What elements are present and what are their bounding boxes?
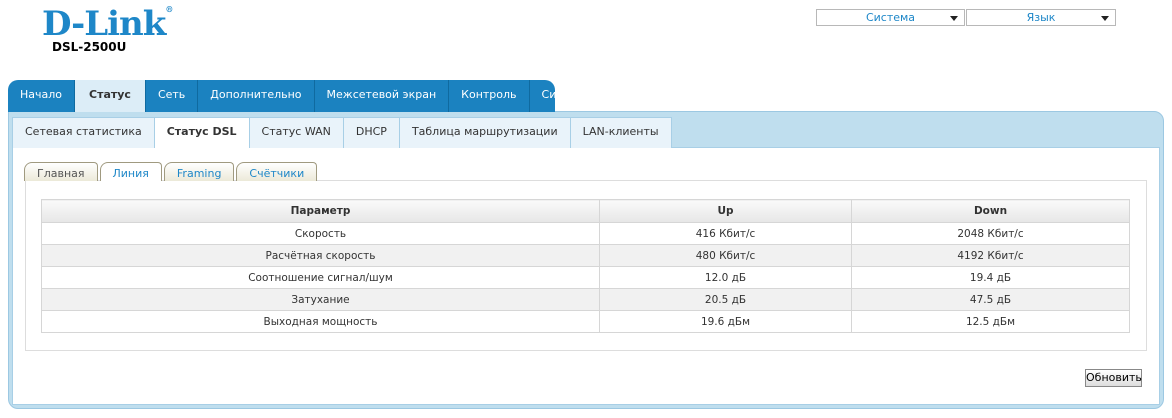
- table-cell: Затухание: [41, 288, 600, 311]
- table-row: Скорость 416 Кбит/с 2048 Кбит/с: [41, 222, 1130, 245]
- nav-advanced[interactable]: Дополнительно: [198, 80, 315, 112]
- tab-counters[interactable]: Счётчики: [236, 162, 318, 181]
- table-cell: Выходная мощность: [41, 310, 600, 333]
- table-cell: 19.6 дБм: [599, 310, 852, 333]
- subnav-wan-status[interactable]: Статус WAN: [248, 117, 344, 148]
- subnav-routing-table[interactable]: Таблица маршрутизации: [398, 117, 571, 148]
- col-up: Up: [599, 199, 852, 223]
- tab-framing[interactable]: Framing: [163, 162, 235, 181]
- table-row: Затухание 20.5 дБ 47.5 дБ: [41, 288, 1130, 311]
- subnav-lan-clients[interactable]: LAN-клиенты: [569, 117, 672, 148]
- nav-home[interactable]: Начало: [8, 80, 76, 112]
- subnav-net-stats[interactable]: Сетевая статистика: [12, 117, 155, 148]
- system-select[interactable]: Система: [816, 9, 965, 26]
- tab-main[interactable]: Главная: [24, 162, 98, 181]
- main-nav: Начало Статус Сеть Дополнительно Межсете…: [8, 80, 555, 112]
- chevron-down-icon: [950, 16, 958, 21]
- table-cell: 12.0 дБ: [599, 266, 852, 289]
- table-cell: 20.5 дБ: [599, 288, 852, 311]
- nav-firewall[interactable]: Межсетевой экран: [315, 80, 450, 112]
- language-select-label: Язык: [1026, 11, 1056, 24]
- sub-nav: Сетевая статистика Статус DSL Статус WAN…: [12, 117, 672, 148]
- table-cell: 4192 Кбит/с: [851, 244, 1130, 267]
- table-cell: Соотношение сигнал/шум: [41, 266, 600, 289]
- table-row: Соотношение сигнал/шум 12.0 дБ 19.4 дБ: [41, 266, 1130, 289]
- table-cell: Скорость: [41, 222, 600, 245]
- subnav-dhcp[interactable]: DHCP: [342, 117, 400, 148]
- system-select-label: Система: [865, 11, 916, 24]
- language-select[interactable]: Язык: [966, 9, 1116, 26]
- table-row: Расчётная скорость 480 Кбит/с 4192 Кбит/с: [41, 244, 1130, 267]
- table-row: Выходная мощность 19.6 дБм 12.5 дБм: [41, 310, 1130, 333]
- table-cell: 416 Кбит/с: [599, 222, 852, 245]
- nav-control[interactable]: Контроль: [449, 80, 530, 112]
- dsl-line-table: Параметр Up Down Скорость 416 Кбит/с 2048 …: [41, 199, 1130, 333]
- dlink-logo: D-Link®: [42, 4, 173, 44]
- col-parameter: Параметр: [41, 199, 600, 223]
- table-cell: 12.5 дБм: [851, 310, 1130, 333]
- nav-network[interactable]: Сеть: [146, 80, 199, 112]
- subnav-dsl-status[interactable]: Статус DSL: [153, 117, 250, 148]
- tab-line[interactable]: Линия: [99, 162, 162, 181]
- table-cell: 2048 Кбит/с: [851, 222, 1130, 245]
- table-cell: 47.5 дБ: [851, 288, 1130, 311]
- model-name: DSL-2500U: [52, 40, 127, 54]
- table-cell: Расчётная скорость: [41, 244, 600, 267]
- chevron-down-icon: [1101, 16, 1109, 21]
- table-cell: 19.4 дБ: [851, 266, 1130, 289]
- logo-text: D-Link: [42, 4, 166, 44]
- refresh-button[interactable]: Обновить: [1085, 369, 1142, 387]
- nav-system[interactable]: Система: [530, 80, 555, 112]
- col-down: Down: [851, 199, 1130, 223]
- dsl-tabs: Главная Линия Framing Счётчики: [24, 162, 319, 181]
- table-cell: 480 Кбит/с: [599, 244, 852, 267]
- nav-status[interactable]: Статус: [75, 80, 146, 112]
